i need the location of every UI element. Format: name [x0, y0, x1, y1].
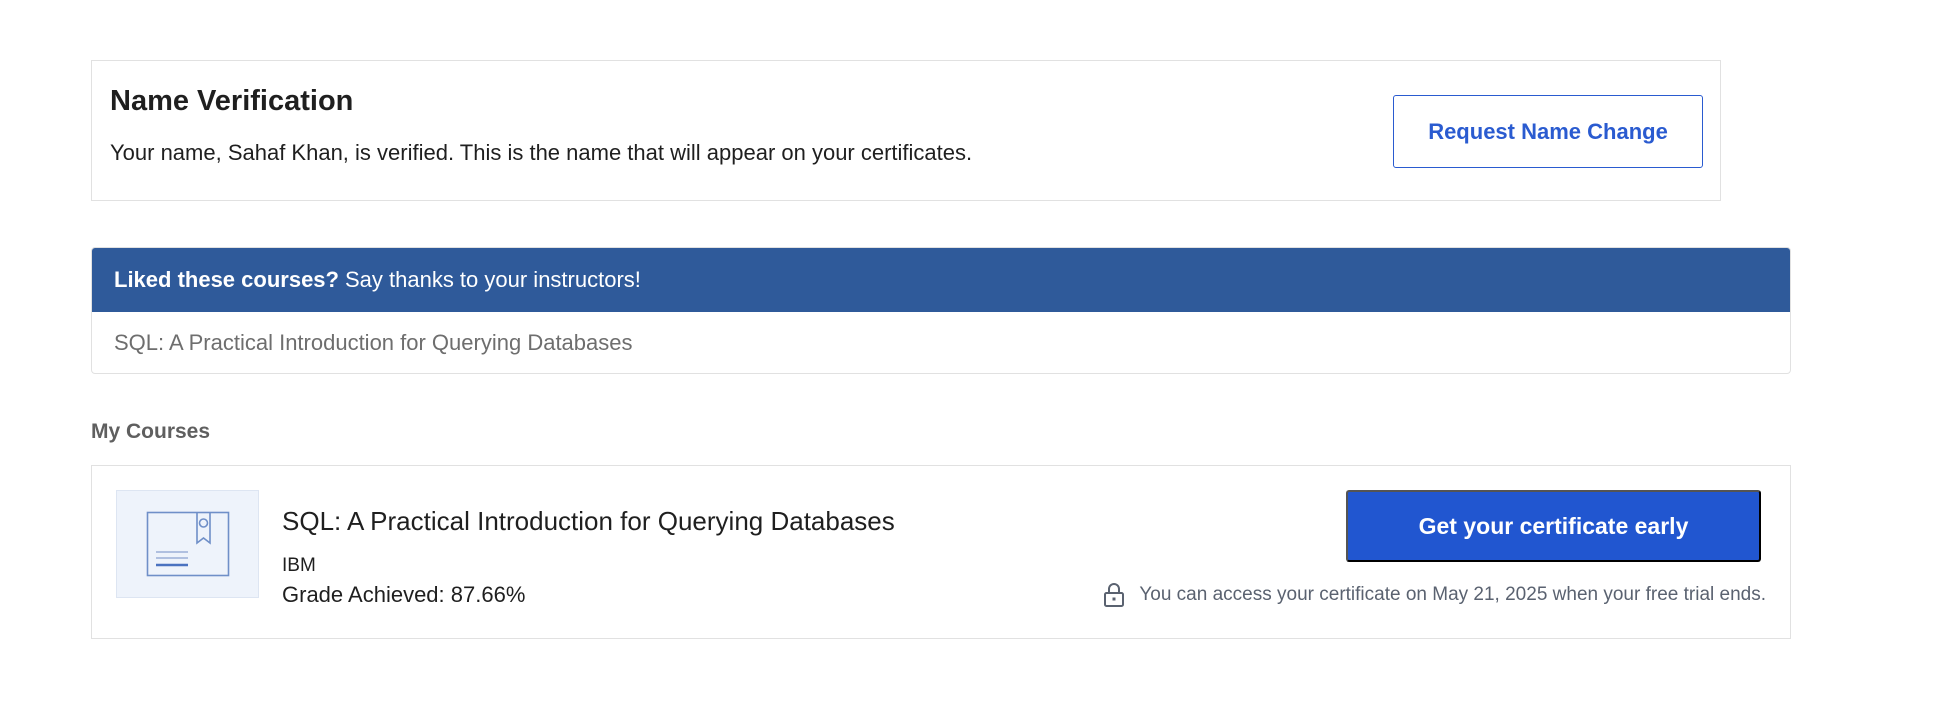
thank-instructors-question: Liked these courses?	[114, 267, 339, 292]
thank-instructors-course-item[interactable]: SQL: A Practical Introduction for Queryi…	[92, 312, 1790, 373]
course-organization: IBM	[282, 555, 316, 576]
request-name-change-button[interactable]: Request Name Change	[1393, 95, 1703, 168]
name-verification-card: Name Verification Your name, Sahaf Khan,…	[91, 60, 1721, 201]
course-grade: Grade Achieved: 87.66%	[282, 582, 526, 607]
lock-icon	[1103, 582, 1125, 608]
certificate-access-text: You can access your certificate on May 2…	[1139, 584, 1766, 605]
my-courses-heading: My Courses	[91, 420, 211, 443]
thank-instructors-prompt: Say thanks to your instructors!	[344, 267, 641, 292]
get-certificate-early-button[interactable]: Get your certificate early	[1346, 490, 1761, 562]
course-card: SQL: A Practical Introduction for Queryi…	[91, 465, 1791, 639]
thank-instructors-card: Liked these courses? Say thanks to your …	[91, 247, 1791, 374]
name-verification-title: Name Verification	[110, 85, 354, 117]
course-title[interactable]: SQL: A Practical Introduction for Queryi…	[282, 506, 895, 537]
certificate-access-note: You can access your certificate on May 2…	[1103, 582, 1766, 608]
certificate-icon	[116, 490, 259, 598]
thank-instructors-header: Liked these courses? Say thanks to your …	[92, 248, 1790, 312]
name-verification-description: Your name, Sahaf Khan, is verified. This…	[110, 140, 973, 165]
